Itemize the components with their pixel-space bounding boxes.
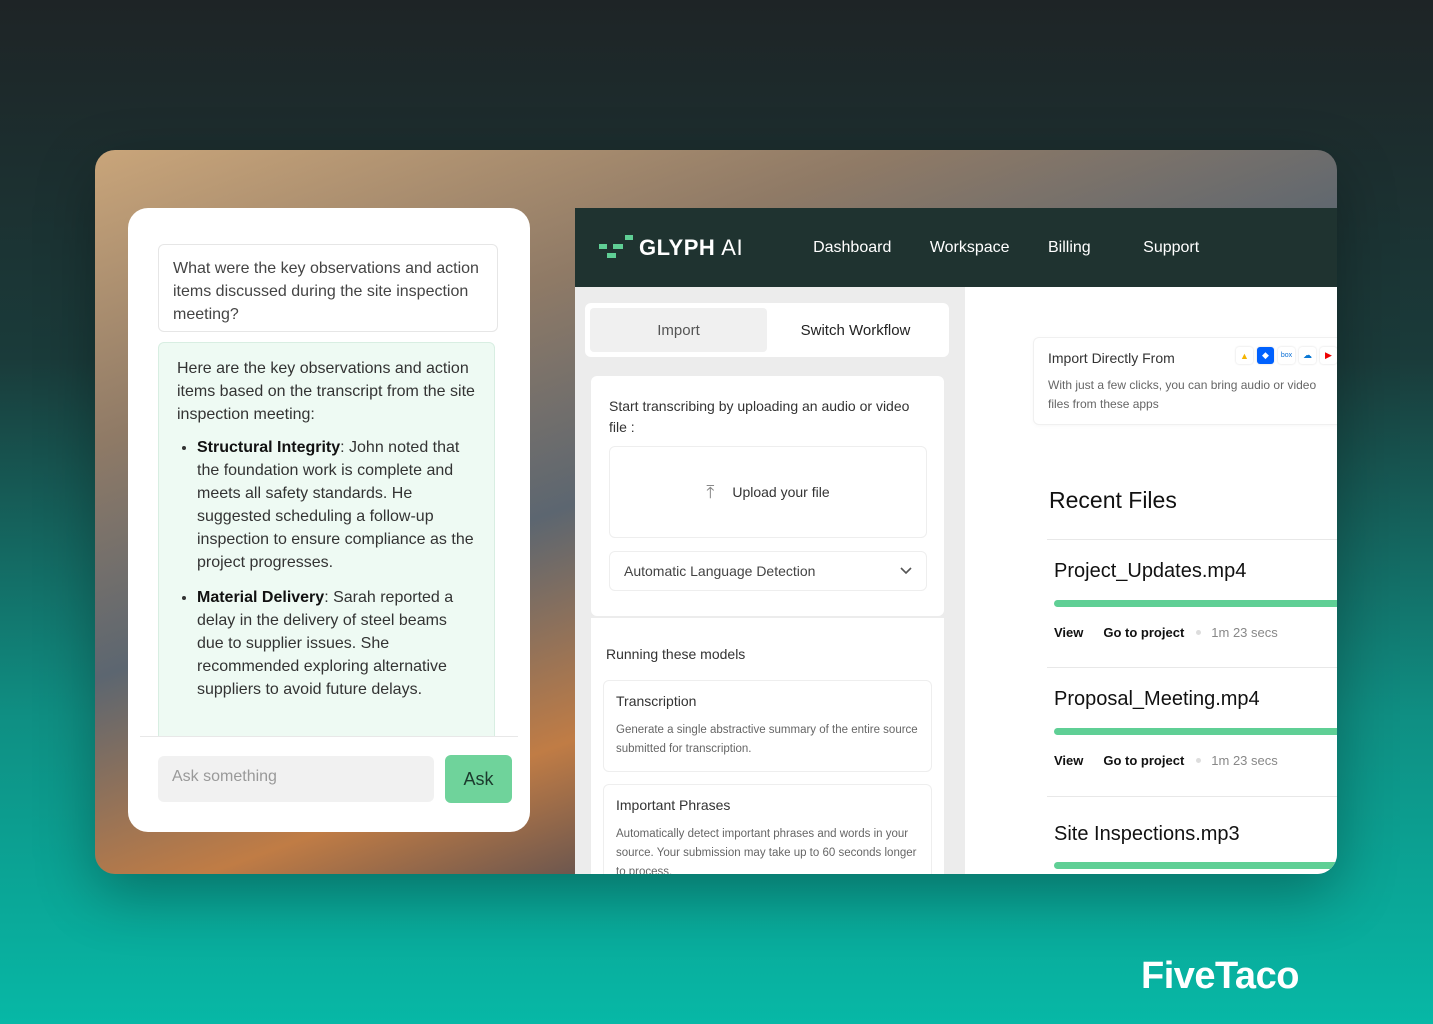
model-card[interactable]: Important Phrases Automatically detect im… [603, 784, 932, 874]
ask-input[interactable]: Ask something [158, 756, 434, 802]
logo-name: GLYPH [639, 234, 716, 260]
chevron-down-icon [900, 567, 912, 575]
box-icon[interactable]: box [1278, 347, 1295, 364]
view-link[interactable]: View [1054, 753, 1083, 768]
youtube-icon[interactable]: ▶ [1320, 347, 1337, 364]
model-desc: Generate a single abstractive summary of… [616, 724, 918, 755]
progress-bar [1054, 600, 1337, 607]
file-name: Proposal_Meeting.mp4 [1054, 688, 1260, 710]
app-icons: ▲ ◆ box ☁ ▶ [1236, 347, 1337, 364]
models-title: Running these models [606, 646, 746, 662]
answer-item: Material Delivery: Sarah reported a dela… [197, 586, 476, 701]
language-select[interactable]: Automatic Language Detection [609, 551, 927, 591]
files-column: Import Directly From ▲ ◆ box ☁ ▶ With ju… [965, 287, 1337, 874]
model-name: Transcription [616, 693, 697, 709]
file-name: Site Inspections.mp3 [1054, 823, 1240, 845]
tabs: Import Switch Workflow [585, 303, 949, 357]
file-duration: 1m 23 secs [1211, 753, 1278, 768]
upload-dropzone[interactable]: ⤒ Upload your file [609, 446, 927, 538]
models-section: Running these models Transcription Genera… [591, 618, 944, 874]
main-nav: Dashboard Workspace Billing Support [813, 239, 1233, 257]
model-card[interactable]: Transcription Generate a single abstracti… [603, 680, 932, 772]
file-item: Proposal_Meeting.mp4 View Go to project 1m… [1047, 667, 1337, 768]
file-item: Site Inspections.mp3 [1047, 796, 1337, 869]
import-from-card: Import Directly From ▲ ◆ box ☁ ▶ With ju… [1033, 337, 1337, 425]
logo-suffix: AI [721, 234, 744, 260]
import-desc: With just a few clicks, you can bring au… [1048, 378, 1317, 411]
user-question: What were the key observations and actio… [158, 244, 498, 332]
import-column: Import Switch Workflow Start transcribin… [575, 287, 965, 874]
go-to-project-link[interactable]: Go to project [1103, 625, 1184, 640]
model-desc: Automatically detect important phrases a… [616, 828, 917, 874]
header: GLYPH AI Dashboard Workspace Billing Supp… [575, 208, 1337, 287]
google-drive-icon[interactable]: ▲ [1236, 347, 1253, 364]
nav-support[interactable]: Support [1143, 239, 1199, 256]
nav-billing[interactable]: Billing [1048, 239, 1091, 256]
logo[interactable]: GLYPH AI [599, 233, 743, 263]
chat-panel: What were the key observations and actio… [128, 208, 530, 832]
logo-icon [599, 234, 633, 258]
upload-label: Upload your file [732, 483, 830, 500]
item-title: Material Delivery [197, 589, 325, 606]
ask-button[interactable]: Ask [445, 755, 512, 803]
model-name: Important Phrases [616, 797, 731, 813]
fivetaco-logo: FiveTaco [1141, 955, 1299, 997]
upload-prompt: Start transcribing by uploading an audio… [609, 398, 910, 435]
recent-files-title: Recent Files [1049, 487, 1177, 513]
progress-bar [1054, 862, 1337, 869]
go-to-project-link[interactable]: Go to project [1103, 753, 1184, 768]
nav-dashboard[interactable]: Dashboard [813, 239, 891, 256]
tab-import[interactable]: Import [590, 308, 767, 352]
glyph-app: GLYPH AI Dashboard Workspace Billing Supp… [575, 208, 1337, 874]
onedrive-icon[interactable]: ☁ [1299, 347, 1316, 364]
nav-workspace[interactable]: Workspace [930, 239, 1010, 256]
view-link[interactable]: View [1054, 625, 1083, 640]
upload-icon: ⤒ [706, 481, 715, 502]
dropbox-icon[interactable]: ◆ [1257, 347, 1274, 364]
item-title: Structural Integrity [197, 439, 341, 456]
assistant-answer: Here are the key observations and action… [158, 342, 495, 737]
answer-item: Structural Integrity: John noted that th… [197, 436, 476, 574]
separator-dot [1196, 758, 1202, 763]
separator-dot [1196, 630, 1202, 635]
language-value: Automatic Language Detection [624, 562, 816, 579]
file-item: Project_Updates.mp4 View Go to project 1m … [1047, 539, 1337, 640]
item-text: : John noted that the foundation work is… [197, 439, 474, 571]
tab-switch-workflow[interactable]: Switch Workflow [767, 308, 944, 352]
file-duration: 1m 23 secs [1211, 625, 1278, 640]
showcase-card: What were the key observations and actio… [95, 150, 1337, 874]
divider [140, 736, 518, 737]
file-name: Project_Updates.mp4 [1054, 560, 1247, 582]
upload-section: Start transcribing by uploading an audio… [591, 376, 944, 616]
answer-intro: Here are the key observations and action… [177, 360, 475, 423]
progress-bar [1054, 728, 1337, 735]
